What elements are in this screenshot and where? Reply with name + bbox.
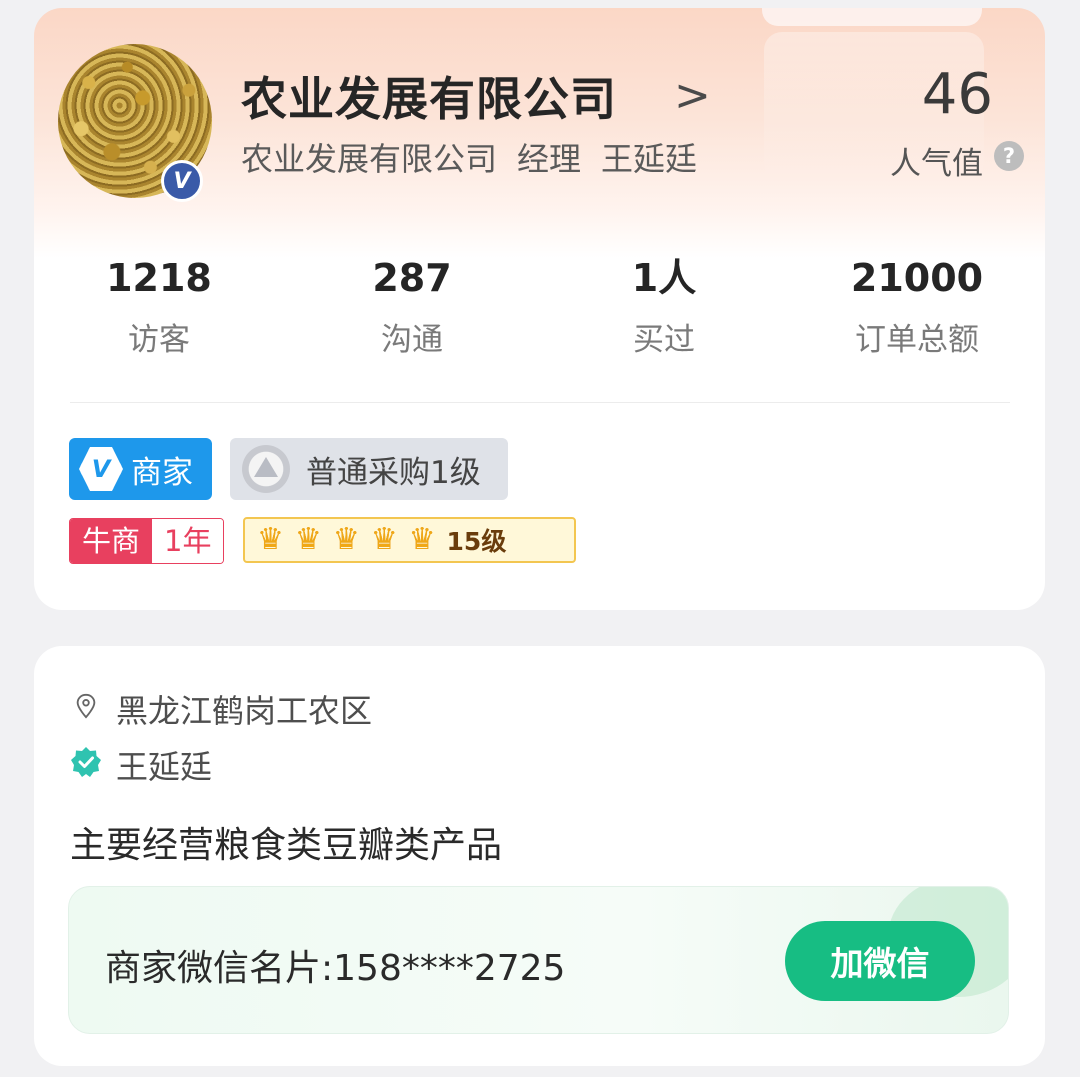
location-pin-icon (76, 693, 96, 719)
verified-check-icon (71, 747, 101, 777)
company-subline: 农业发展有限公司 经理 王延廷 (241, 134, 717, 180)
profile-card: V 农业发展有限公司 > 农业发展有限公司 经理 王延廷 46 人气值 ? 1218… (34, 8, 1045, 610)
buyer-level-label: 普通采购1级 (306, 454, 481, 491)
wechat-card-label: 商家微信名片:158****2725 (105, 948, 566, 989)
stat-value: 1218 (106, 256, 212, 300)
company-name[interactable]: 农业发展有限公司 (241, 63, 617, 129)
sub-company: 农业发展有限公司 (241, 140, 498, 178)
divider (70, 402, 1010, 403)
stat-value: 21000 (850, 256, 984, 300)
decor-notch (762, 8, 982, 26)
stat-label: 沟通 (381, 322, 443, 358)
crown-icon: ♛ (370, 522, 398, 557)
stat-label: 访客 (128, 322, 190, 358)
merchant-tag-label: 商家 (131, 454, 193, 491)
merchant-v-icon: V (79, 447, 123, 491)
crown-icon: ♛ (294, 522, 322, 557)
buyer-level-tag[interactable]: 普通采购1级 (230, 438, 508, 500)
stat-label: 买过 (633, 322, 695, 358)
person-name: 王延廷 (601, 140, 698, 178)
crown-icon: ♛ (257, 522, 284, 557)
crown-icon: ♛ (408, 522, 436, 557)
add-wechat-button[interactable]: 加微信 (785, 921, 975, 1001)
niu-years: 1年 (152, 519, 224, 563)
stat-bought[interactable]: 1人 买过 (554, 256, 774, 359)
stat-label: 订单总额 (855, 322, 979, 358)
location-text: 黑龙江鹤岗工农区 (116, 692, 373, 730)
merchant-tag[interactable]: V 商家 (69, 438, 212, 500)
crown-icon: ♛ (332, 522, 360, 557)
position: 经理 (517, 140, 582, 178)
niu-label: 牛商 (70, 519, 153, 563)
business-description: 主要经营粮食类豆瓣类产品 (70, 825, 503, 866)
stat-communication[interactable]: 287 沟通 (302, 256, 522, 359)
chevron-right-icon[interactable]: > (674, 70, 711, 121)
verified-name: 王延廷 (116, 748, 213, 786)
stat-order-total[interactable]: 21000 订单总额 (807, 256, 1027, 359)
crown-level-label: 15级 (446, 527, 507, 556)
info-card: 黑龙江鹤岗工农区 王延廷 主要经营粮食类豆瓣类产品 商家微信名片:158****… (34, 646, 1045, 1066)
crown-level-tag[interactable]: ♛ ♛ ♛ ♛ ♛ 15级 (243, 517, 576, 563)
stat-visitors[interactable]: 1218 访客 (49, 256, 269, 359)
popularity-label: 人气值 (890, 146, 983, 182)
wechat-card: 商家微信名片:158****2725 加微信 (68, 886, 1009, 1034)
help-icon[interactable]: ? (994, 141, 1024, 171)
stat-value: 1人 (631, 256, 697, 300)
stat-value: 287 (372, 256, 452, 300)
niu-merchant-tag[interactable]: 牛商 1年 (69, 518, 225, 564)
verified-v-icon: V (161, 160, 203, 202)
level-triangle-icon (242, 445, 290, 493)
popularity-value: 46 (921, 62, 993, 127)
